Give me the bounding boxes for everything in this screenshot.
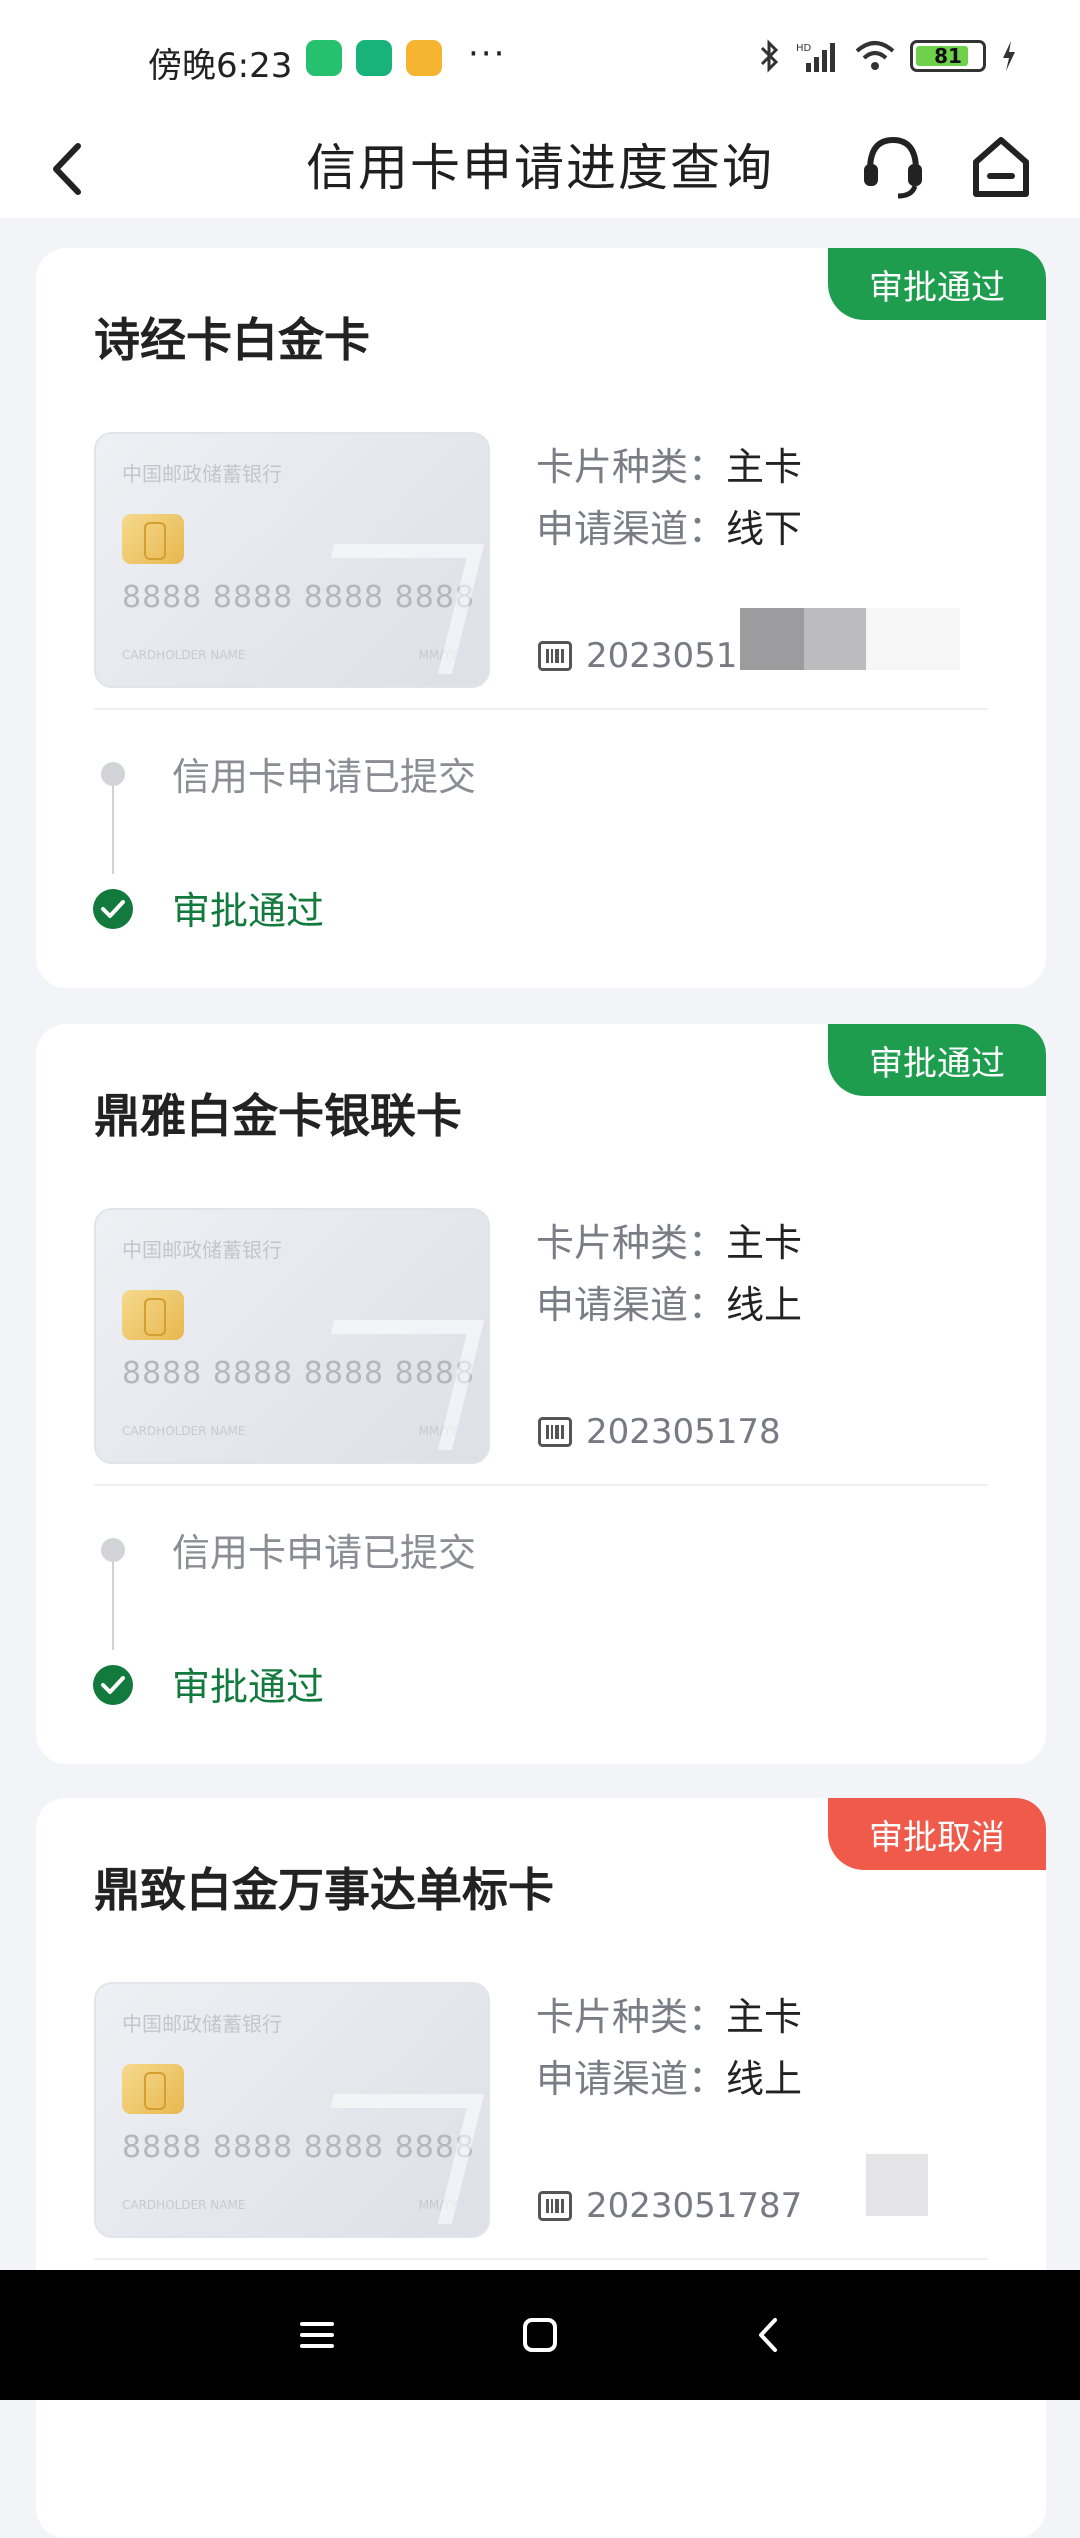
application-number-row: 2023051 — [538, 636, 737, 676]
barcode-icon — [538, 2191, 572, 2221]
application-card[interactable]: 审批取消 鼎致白金万事达单标卡 中国邮政储蓄银行 8888 8888 8888 … — [36, 1798, 1046, 2538]
system-back-icon[interactable] — [745, 2310, 795, 2360]
timeline-step-submitted: 信用卡申请已提交 — [172, 755, 477, 799]
channel-value: 线下 — [726, 507, 803, 551]
timeline-step-approved: 审批通过 — [172, 1665, 325, 1709]
card-type-label: 卡片种类： — [536, 445, 727, 489]
channel-value: 线上 — [726, 1283, 803, 1327]
credit-card-image: 中国邮政储蓄银行 8888 8888 8888 8888 CARDHOLDER … — [94, 432, 490, 688]
menu-icon[interactable] — [292, 2310, 342, 2360]
channel-label: 申请渠道： — [536, 1283, 727, 1327]
headset-icon[interactable] — [858, 126, 928, 206]
check-circle-icon — [93, 1665, 133, 1705]
wechat-icon — [306, 40, 342, 76]
card-holder: CARDHOLDER NAME — [122, 1424, 246, 1438]
timeline-line — [112, 1554, 114, 1650]
timeline-line — [112, 778, 114, 874]
channel-value: 线上 — [726, 2057, 803, 2101]
timeline-step-submitted: 信用卡申请已提交 — [172, 1531, 477, 1575]
card-bank-name: 中国邮政储蓄银行 — [122, 1238, 282, 1262]
notes-app-icon — [406, 40, 442, 76]
more-notifications-icon: ··· — [468, 34, 507, 74]
application-number: 2023051 — [586, 636, 738, 676]
home-icon[interactable] — [966, 126, 1036, 206]
card-type-label: 卡片种类： — [536, 1995, 727, 2039]
svg-text:HD: HD — [796, 43, 812, 54]
home-button-icon[interactable] — [515, 2310, 565, 2360]
application-number-row: 202305178 — [538, 1412, 781, 1452]
card-chip-icon — [122, 2064, 184, 2114]
card-name: 鼎雅白金卡银联卡 — [94, 1089, 462, 1143]
card-type-row: 卡片种类：主卡 — [536, 1212, 802, 1267]
redaction-block — [784, 1384, 960, 1446]
status-badge: 审批通过 — [828, 248, 1046, 320]
barcode-icon — [538, 1417, 572, 1447]
timeline-dot — [101, 1538, 125, 1562]
navigation-bar: 信用卡申请进度查询 — [0, 118, 1080, 218]
status-bar: 傍晚6:23 ··· HD 81 — [0, 0, 1080, 118]
status-badge: 审批取消 — [828, 1798, 1046, 1870]
application-number: 2023051787 — [586, 2186, 803, 2226]
card-type-value: 主卡 — [726, 1995, 803, 2039]
timeline-step-approved: 审批通过 — [172, 889, 325, 933]
status-badge: 审批通过 — [828, 1024, 1046, 1096]
card-type-value: 主卡 — [726, 445, 803, 489]
bluetooth-icon — [760, 39, 779, 73]
divider — [94, 1484, 988, 1486]
card-type-row: 卡片种类：主卡 — [536, 436, 802, 491]
status-indicators: HD 81 — [758, 38, 1018, 74]
credit-card-image: 中国邮政储蓄银行 8888 8888 8888 8888 CARDHOLDER … — [94, 1208, 490, 1464]
card-chip-icon — [122, 514, 184, 564]
timeline-dot — [101, 762, 125, 786]
card-type-row: 卡片种类：主卡 — [536, 1986, 802, 2041]
card-bank-name: 中国邮政储蓄银行 — [122, 2012, 282, 2036]
card-holder: CARDHOLDER NAME — [122, 648, 246, 662]
wifi-icon — [855, 41, 895, 70]
redaction-block — [740, 608, 804, 670]
redaction-block — [804, 608, 866, 670]
redaction-block — [866, 608, 960, 670]
check-circle-icon — [93, 889, 133, 929]
application-card[interactable]: 审批通过 诗经卡白金卡 中国邮政储蓄银行 8888 8888 8888 8888… — [36, 248, 1046, 988]
channel-row: 申请渠道：线下 — [536, 498, 802, 553]
channel-row: 申请渠道：线上 — [536, 2048, 802, 2103]
card-chip-icon — [122, 1290, 184, 1340]
channel-row: 申请渠道：线上 — [536, 1274, 802, 1329]
security-shield-icon — [356, 40, 392, 76]
application-card[interactable]: 审批通过 鼎雅白金卡银联卡 中国邮政储蓄银行 8888 8888 8888 88… — [36, 1024, 1046, 1764]
card-type-label: 卡片种类： — [536, 1221, 727, 1265]
channel-label: 申请渠道： — [536, 507, 727, 551]
charging-icon — [1003, 41, 1015, 71]
application-number: 202305178 — [586, 1412, 781, 1452]
application-number-row: 2023051787 — [538, 2186, 802, 2226]
card-name: 鼎致白金万事达单标卡 — [94, 1863, 554, 1917]
status-time: 傍晚6:23 — [148, 46, 293, 86]
divider — [94, 708, 988, 710]
card-name: 诗经卡白金卡 — [94, 313, 370, 367]
channel-label: 申请渠道： — [536, 2057, 727, 2101]
card-type-value: 主卡 — [726, 1221, 803, 1265]
card-bank-name: 中国邮政储蓄银行 — [122, 462, 282, 486]
redaction-block — [866, 2154, 928, 2216]
divider — [94, 2258, 988, 2260]
credit-card-image: 中国邮政储蓄银行 8888 8888 8888 8888 CARDHOLDER … — [94, 1982, 490, 2238]
barcode-icon — [538, 641, 572, 671]
battery-icon: 81 — [910, 40, 986, 72]
battery-level: 81 — [934, 44, 962, 68]
card-holder: CARDHOLDER NAME — [122, 2198, 246, 2212]
cellular-signal-icon: HD — [796, 43, 835, 72]
system-navigation-bar — [0, 2270, 1080, 2400]
